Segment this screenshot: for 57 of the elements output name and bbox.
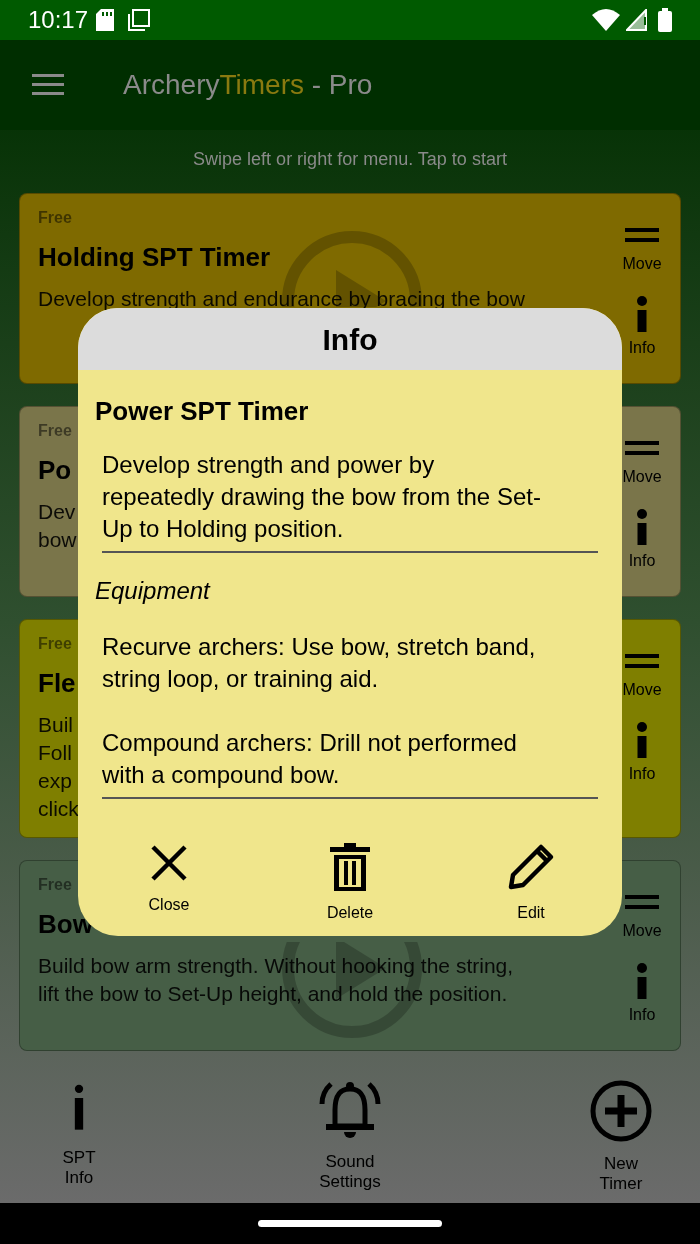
info-label: Info — [628, 1005, 656, 1025]
description-line: Build bow arm strength. Without hooking the string, — [38, 953, 514, 979]
signal-icon — [626, 9, 648, 31]
info-label: Info — [628, 551, 656, 571]
app-title: ArcheryTimers - Pro — [123, 68, 373, 102]
timer-title: Bow — [38, 908, 93, 941]
description-line: exp — [38, 768, 72, 794]
description-line: click — [38, 796, 79, 822]
free-label: Free — [38, 634, 72, 654]
drag-handle-icon[interactable] — [625, 654, 659, 668]
timer-title: Holding SPT Timer — [38, 241, 271, 274]
move-label: Move — [622, 680, 662, 700]
free-label: Free — [38, 208, 72, 228]
sd-card-icon — [96, 9, 115, 31]
equipment-text: Compound archers: Drill not performed with a compound bow. — [102, 728, 518, 790]
timer-title: Po — [38, 454, 72, 487]
drag-handle-icon[interactable] — [625, 228, 659, 242]
hint-text: Swipe left or right for menu. Tap to start — [192, 148, 508, 171]
drag-handle-icon[interactable] — [625, 895, 659, 909]
timer-name: Power SPT Timer — [95, 395, 309, 428]
description-line: Dev — [38, 499, 76, 525]
info-icon[interactable] — [637, 722, 647, 758]
sound-settings-button[interactable]: Sound Settings — [305, 1080, 395, 1192]
move-label: Move — [622, 254, 662, 274]
description-line: lift the bow to Set-Up height, and hold the position. — [38, 981, 508, 1007]
equipment-text: Recurve archers: Use bow, stretch band, string loop, or training aid. — [102, 632, 537, 694]
info-label: Info — [628, 764, 656, 784]
drag-handle-icon[interactable] — [625, 441, 659, 455]
status-time: 10:17 — [28, 5, 89, 35]
new-timer-button[interactable]: New Timer — [576, 1080, 666, 1194]
battery-icon — [658, 8, 672, 32]
copy-icon — [128, 9, 151, 31]
delete-button[interactable]: Delete — [318, 843, 382, 925]
pencil-icon — [507, 843, 555, 891]
description-line: Buil — [38, 712, 74, 738]
wifi-icon — [592, 9, 620, 31]
info-label: Info — [628, 338, 656, 358]
dialog-title: Info — [322, 321, 378, 358]
info-icon[interactable] — [637, 509, 647, 545]
close-button[interactable]: Close — [137, 843, 201, 925]
info-icon[interactable] — [637, 963, 647, 999]
description-line: bow — [38, 527, 77, 553]
menu-icon[interactable] — [32, 74, 64, 96]
info-icon[interactable] — [637, 296, 647, 332]
description-field: Develop strength and power by repeatedly drawing the bow from the Set-Up to Holding position. — [102, 449, 598, 553]
trash-icon — [330, 843, 370, 891]
bell-icon — [319, 1080, 381, 1140]
equipment-heading: Equipment — [95, 576, 210, 606]
close-icon — [149, 843, 189, 883]
add-icon — [590, 1080, 652, 1142]
free-label: Free — [38, 421, 72, 441]
timer-title: Fle — [38, 667, 76, 700]
description-line: Foll — [38, 740, 72, 766]
move-label: Move — [622, 467, 662, 487]
edit-button[interactable]: Edit — [499, 843, 563, 925]
spt-info-button[interactable]: SPT Info — [34, 1080, 124, 1188]
move-label: Move — [622, 921, 662, 941]
